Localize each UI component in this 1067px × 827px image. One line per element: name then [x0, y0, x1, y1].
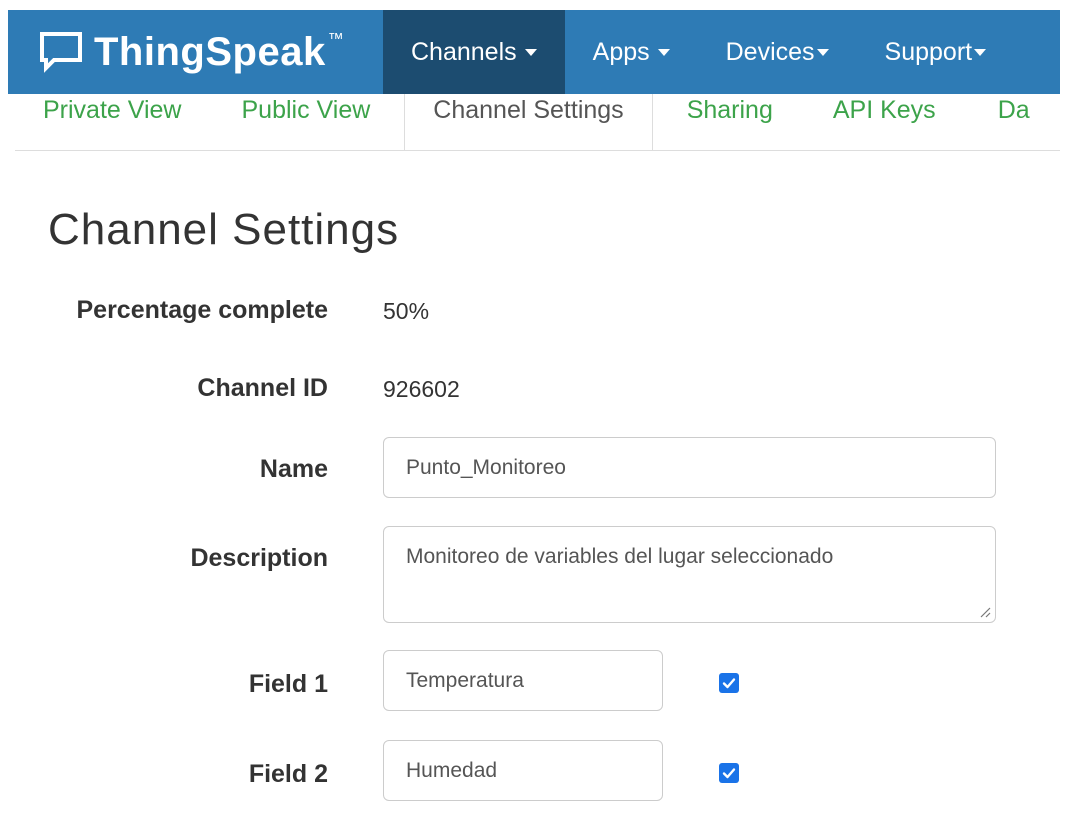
tab-public-view[interactable]: Public View [212, 94, 405, 150]
tab-sharing[interactable]: Sharing [653, 94, 803, 150]
chat-bubble-icon [40, 32, 82, 73]
percentage-row: Percentage complete 50% [0, 296, 1067, 328]
nav-support-label: Support [884, 37, 973, 66]
name-row: Name Punto_Monitoreo [0, 437, 1067, 499]
nav-support[interactable]: Support [857, 10, 1015, 94]
description-textarea[interactable]: Monitoreo de variables del lugar selecci… [383, 526, 996, 623]
caret-down-icon [974, 48, 987, 56]
description-label: Description [190, 544, 328, 572]
caret-down-icon [524, 48, 537, 56]
field1-checkbox[interactable] [719, 673, 739, 693]
caret-down-icon [816, 48, 829, 56]
brand-trademark: ™ [327, 31, 345, 48]
nav-apps[interactable]: Apps [565, 10, 698, 94]
description-row: Description Monitoreo de variables del l… [0, 526, 1067, 624]
nav-devices[interactable]: Devices [698, 10, 857, 94]
resize-handle-icon[interactable] [979, 606, 991, 618]
tab-public-view-label: Public View [241, 96, 371, 124]
tab-api-keys[interactable]: API Keys [803, 94, 964, 150]
field2-checkbox[interactable] [719, 763, 739, 783]
channel-id-value: 926602 [383, 376, 460, 402]
brand-name: ThingSpeak [94, 29, 326, 74]
percentage-value: 50% [383, 298, 430, 324]
field2-row: Field 2 Humedad [0, 740, 1067, 802]
channel-id-label: Channel ID [197, 374, 328, 402]
tab-channel-settings[interactable]: Channel Settings [404, 94, 653, 150]
channel-tabs: Private View Public View Channel Setting… [15, 94, 1060, 151]
tab-api-keys-label: API Keys [832, 96, 936, 124]
nav-channels[interactable]: Channels [383, 10, 565, 94]
nav-devices-label: Devices [725, 37, 815, 66]
field2-label: Field 2 [248, 760, 328, 788]
field1-label: Field 1 [248, 670, 328, 698]
description-textarea-value: Monitoreo de variables del lugar selecci… [406, 545, 834, 568]
nav-apps-label: Apps [592, 37, 650, 66]
name-input[interactable]: Punto_Monitoreo [383, 437, 996, 498]
field2-input[interactable]: Humedad [383, 740, 663, 801]
tab-private-view-label: Private View [43, 96, 182, 124]
tab-channel-settings-label: Channel Settings [433, 96, 624, 124]
name-input-value: Punto_Monitoreo [406, 455, 566, 479]
top-navbar: ThingSpeak ™ Channels Apps Devices Suppor… [8, 10, 1060, 94]
page-title: Channel Settings [48, 205, 400, 254]
tab-data-label: Da [997, 96, 1030, 124]
tab-sharing-label: Sharing [686, 96, 773, 124]
field1-input[interactable]: Temperatura [383, 650, 663, 711]
tab-private-view[interactable]: Private View [15, 94, 212, 150]
field1-input-value: Temperatura [406, 668, 524, 692]
check-icon [722, 678, 736, 689]
percentage-label: Percentage complete [76, 296, 329, 324]
brand-logo[interactable]: ThingSpeak ™ [8, 10, 383, 94]
name-label: Name [259, 455, 328, 483]
check-icon [722, 768, 736, 779]
field1-row: Field 1 Temperatura [0, 650, 1067, 712]
channel-id-row: Channel ID 926602 [0, 374, 1067, 406]
caret-down-icon [657, 48, 670, 56]
field2-input-value: Humedad [406, 758, 498, 782]
nav-channels-label: Channels [411, 37, 517, 66]
tab-data[interactable]: Da [964, 94, 1058, 150]
